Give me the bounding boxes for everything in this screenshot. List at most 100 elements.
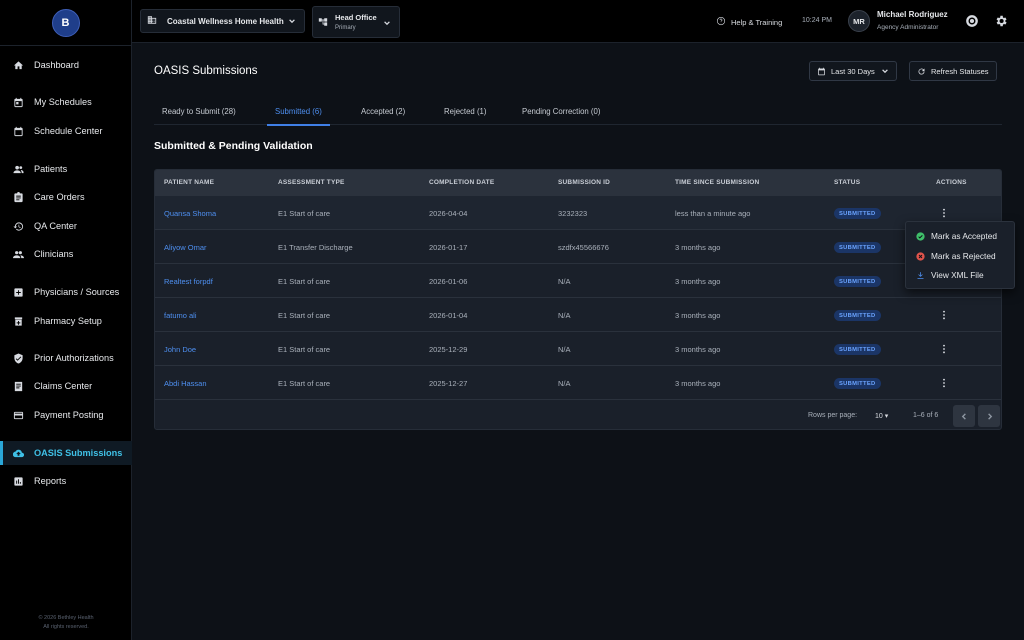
sidebar-item-label: Reports [34, 476, 67, 486]
patient-name-link[interactable]: fatumo ali [164, 311, 197, 320]
refresh-statuses-button[interactable]: Refresh Statuses [909, 61, 997, 81]
help-training-link[interactable]: Help & Training [716, 16, 782, 28]
sidebar-item-clinicians[interactable]: Clinicians [0, 242, 132, 266]
tab-submitted[interactable]: Submitted (6) [267, 99, 330, 126]
tab-ready-to-submit[interactable]: Ready to Submit (28) [162, 99, 236, 125]
cloud-upload-icon [12, 447, 24, 459]
table-row[interactable]: Aliyow Omar E1 Transfer Discharge 2026-0… [155, 230, 1001, 264]
assessment-type: E1 Start of care [278, 277, 331, 286]
shield-check-icon [12, 352, 24, 364]
prev-page-button[interactable] [953, 405, 975, 427]
patient-name-link[interactable]: Aliyow Omar [164, 243, 207, 252]
sidebar-item-patients[interactable]: Patients [0, 157, 132, 181]
sidebar-item-prior-authorizations[interactable]: Prior Authorizations [0, 346, 132, 370]
office-name: Head Office [335, 13, 377, 22]
plus-square-icon [12, 286, 24, 298]
office-subtitle: Primary [335, 25, 356, 31]
status-badge: SUBMITTED [834, 242, 881, 253]
avatar[interactable]: MR [848, 10, 870, 32]
sidebar-item-label: QA Center [34, 221, 77, 231]
sidebar-item-schedule-center[interactable]: Schedule Center [0, 119, 132, 143]
sidebar-item-care-orders[interactable]: Care Orders [0, 185, 132, 209]
sidebar-item-oasis-submissions[interactable]: OASIS Submissions [0, 441, 132, 465]
theme-toggle-icon[interactable] [965, 14, 979, 28]
sidebar-item-dashboard[interactable]: Dashboard [0, 53, 132, 77]
gear-icon[interactable] [994, 14, 1008, 28]
sidebar-item-label: Payment Posting [34, 410, 104, 420]
patient-name-link[interactable]: John Doe [164, 345, 196, 354]
more-vertical-icon[interactable] [941, 378, 947, 388]
patient-name-link[interactable]: Quansa Shoma [164, 209, 216, 218]
time-since-submission: 3 months ago [675, 345, 721, 354]
agency-selector[interactable]: Coastal Wellness Home Health [140, 9, 305, 33]
header-submission-id[interactable]: SUBMISSION ID [558, 179, 610, 186]
assessment-type: E1 Start of care [278, 379, 331, 388]
date-range-label: Last 30 Days [831, 66, 875, 76]
header-status[interactable]: STATUS [834, 179, 860, 186]
sidebar-item-qa-center[interactable]: QA Center [0, 214, 132, 238]
pagination-range: 1–6 of 6 [913, 412, 939, 419]
chevron-down-icon [881, 69, 888, 74]
header-actions: ACTIONS [936, 179, 967, 186]
home-icon [12, 59, 24, 71]
more-vertical-icon[interactable] [941, 208, 947, 218]
header-completion-date[interactable]: COMPLETION DATE [429, 179, 494, 186]
chevron-left-icon [961, 412, 966, 420]
rows-per-page-select[interactable]: 10 ▾ [875, 412, 888, 420]
table-row[interactable]: Realtest forpdf E1 Start of care 2026-01… [155, 264, 1001, 298]
chevron-down-icon [288, 17, 296, 25]
assessment-type: E1 Start of care [278, 311, 331, 320]
sidebar: B Dashboard My Schedules Schedule Center… [0, 0, 132, 640]
view-xml-menu-item[interactable]: View XML File [916, 269, 984, 281]
submission-id: N/A [558, 277, 571, 286]
completion-date: 2026-01-17 [429, 243, 468, 252]
date-range-dropdown[interactable]: Last 30 Days [809, 61, 897, 81]
table-row[interactable]: Quansa Shoma E1 Start of care 2026-04-04… [155, 196, 1001, 230]
mark-accepted-menu-item[interactable]: Mark as Accepted [916, 230, 997, 242]
clipboard-icon [12, 191, 24, 203]
user-name[interactable]: Michael Rodriguez [877, 10, 948, 19]
assessment-type: E1 Start of care [278, 345, 331, 354]
header-assessment-type[interactable]: ASSESSMENT TYPE [278, 179, 345, 186]
next-page-button[interactable] [978, 405, 1000, 427]
sidebar-item-label: Claims Center [34, 381, 93, 391]
menu-item-label: Mark as Accepted [931, 231, 997, 241]
sidebar-item-pharmacy-setup[interactable]: Pharmacy Setup [0, 309, 132, 333]
main-content: OASIS Submissions Last 30 Days Refresh S… [132, 43, 1024, 640]
sidebar-item-payment-posting[interactable]: Payment Posting [0, 403, 132, 427]
header-patient-name[interactable]: PATIENT NAME [164, 179, 214, 186]
help-label: Help & Training [731, 17, 783, 27]
status-badge: SUBMITTED [834, 310, 881, 321]
x-circle-icon [916, 251, 925, 261]
tab-pending-correction[interactable]: Pending Correction (0) [522, 99, 600, 125]
sidebar-item-physicians-sources[interactable]: Physicians / Sources [0, 280, 132, 304]
header-time-since-submission[interactable]: TIME SINCE SUBMISSION [675, 179, 759, 186]
office-selector[interactable]: Head Office Primary [312, 6, 400, 38]
sidebar-item-my-schedules[interactable]: My Schedules [0, 90, 132, 114]
sidebar-item-label: Physicians / Sources [34, 287, 120, 297]
refresh-icon [918, 68, 925, 75]
agency-name: Coastal Wellness Home Health [167, 16, 284, 26]
mark-rejected-menu-item[interactable]: Mark as Rejected [916, 250, 996, 262]
patient-name-link[interactable]: Abdi Hassan [164, 379, 207, 388]
table-row[interactable]: Abdi Hassan E1 Start of care 2025-12-27 … [155, 366, 1001, 400]
table-row[interactable]: John Doe E1 Start of care 2025-12-29 N/A… [155, 332, 1001, 366]
brand-logo[interactable]: B [51, 8, 80, 37]
calendar-icon [12, 125, 24, 137]
more-vertical-icon[interactable] [941, 344, 947, 354]
table-row[interactable]: fatumo ali E1 Start of care 2026-01-04 N… [155, 298, 1001, 332]
time-since-submission: 3 months ago [675, 311, 721, 320]
tab-rejected[interactable]: Rejected (1) [444, 99, 486, 125]
patient-name-link[interactable]: Realtest forpdf [164, 277, 213, 286]
tab-accepted[interactable]: Accepted (2) [361, 99, 405, 125]
page-title: OASIS Submissions [154, 65, 258, 77]
sidebar-item-label: Dashboard [34, 60, 79, 70]
sidebar-item-reports[interactable]: Reports [0, 469, 132, 493]
check-circle-icon [916, 231, 925, 241]
status-badge: SUBMITTED [834, 276, 881, 287]
time-since-submission: 3 months ago [675, 379, 721, 388]
table-pagination: Rows per page: 10 ▾ 1–6 of 6 [155, 401, 1001, 429]
sidebar-item-claims-center[interactable]: Claims Center [0, 374, 132, 398]
completion-date: 2026-01-06 [429, 277, 468, 286]
more-vertical-icon[interactable] [941, 310, 947, 320]
